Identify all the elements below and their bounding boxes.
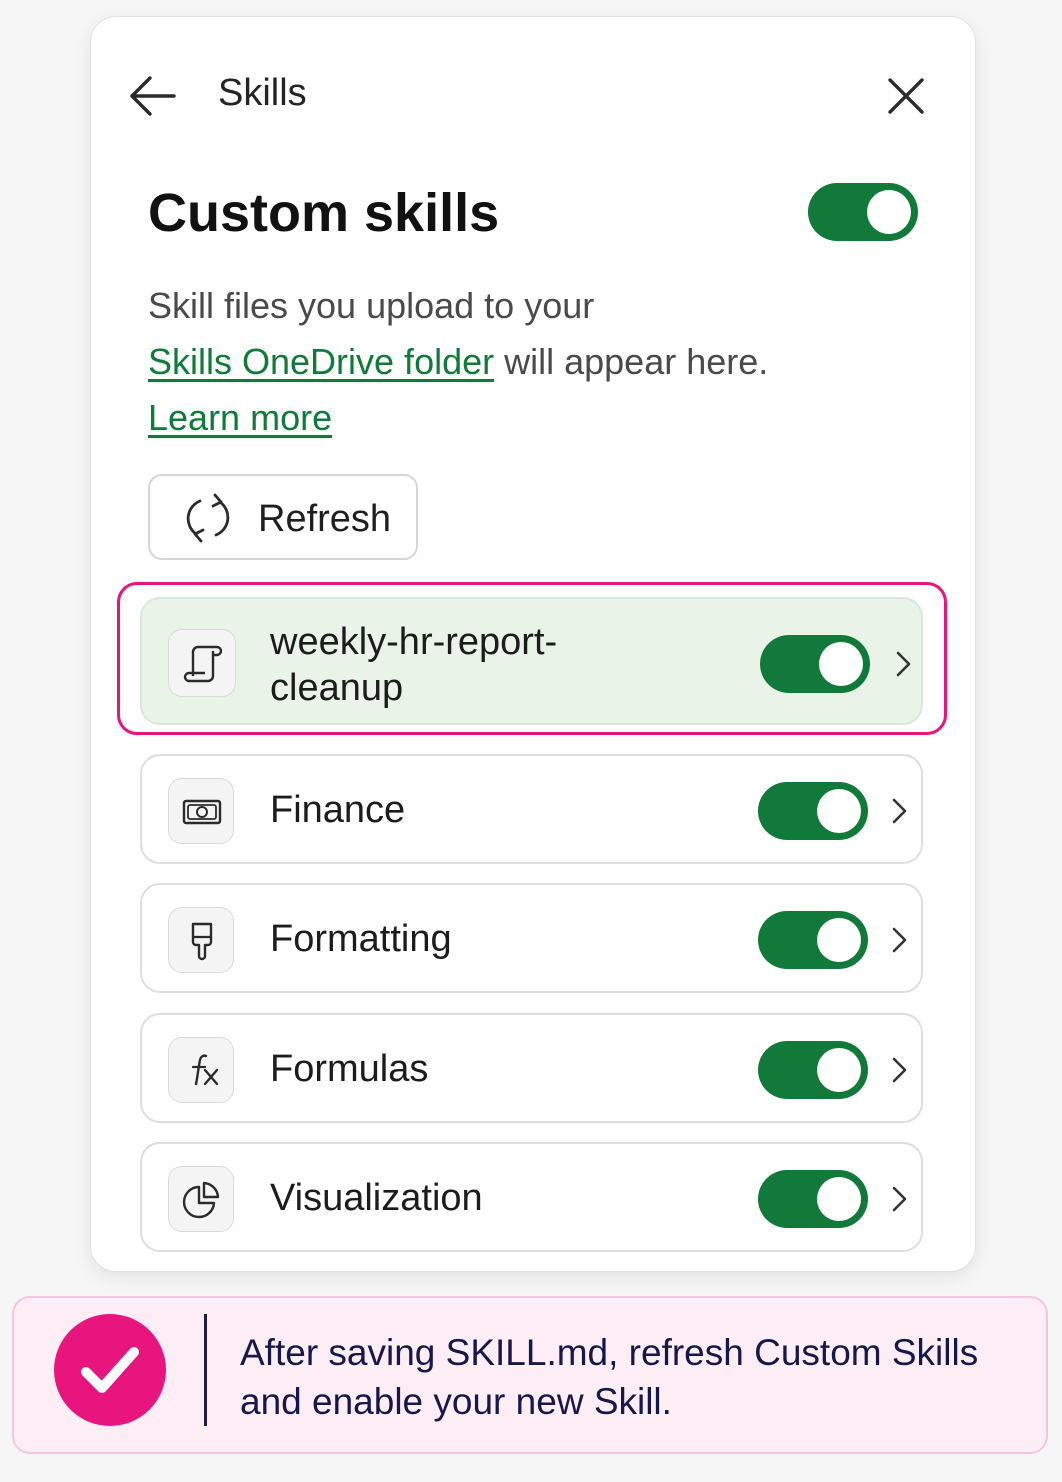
chevron-right-icon[interactable] <box>886 794 912 828</box>
money-icon <box>182 799 222 825</box>
back-button[interactable] <box>126 74 178 118</box>
skill-row-visualization[interactable]: Visualization <box>140 1142 923 1252</box>
skill-icon-box <box>168 907 234 973</box>
tip-text: After saving SKILL.md, refresh Custom Sk… <box>240 1328 1030 1426</box>
skill-icon-box <box>168 778 234 844</box>
chevron-right-icon[interactable] <box>886 1053 912 1087</box>
skill-toggle[interactable] <box>758 1041 868 1099</box>
script-scroll-icon <box>183 645 223 683</box>
description-line: Skill files you upload to your <box>148 285 595 326</box>
skill-name: Visualization <box>270 1177 483 1219</box>
refresh-label: Refresh <box>258 498 392 540</box>
description-line: Skills OneDrive folder will appear here. <box>148 334 848 390</box>
skill-toggle[interactable] <box>758 911 868 969</box>
onedrive-folder-link[interactable]: Skills OneDrive folder <box>148 341 494 382</box>
description-text: will appear here. <box>494 341 769 382</box>
skill-name: Finance <box>270 789 406 831</box>
skill-name-line: weekly-hr-report- <box>270 621 558 663</box>
tip-callout: After saving SKILL.md, refresh Custom Sk… <box>12 1296 1048 1454</box>
skill-name-line: cleanup <box>270 667 404 709</box>
close-button[interactable] <box>884 74 928 118</box>
learn-more-link[interactable]: Learn more <box>148 397 332 438</box>
tip-line: and enable your new Skill. <box>240 1381 672 1422</box>
skill-name: Formulas <box>270 1048 429 1090</box>
toggle-knob <box>817 918 861 962</box>
skill-name: weekly-hr-report-cleanup <box>270 619 630 711</box>
arrow-left-icon <box>130 76 176 116</box>
toggle-knob <box>817 1177 861 1221</box>
panel-title: Skills <box>218 72 307 114</box>
custom-skills-toggle[interactable] <box>808 183 918 241</box>
toggle-knob <box>817 1048 861 1092</box>
skill-icon-box <box>168 1166 234 1232</box>
skill-name: Formatting <box>270 918 452 960</box>
description-line: Learn more <box>148 390 848 446</box>
pie-chart-icon <box>182 1181 220 1219</box>
toggle-knob <box>817 789 861 833</box>
skill-toggle[interactable] <box>760 635 870 693</box>
refresh-icon <box>186 493 230 543</box>
close-icon <box>888 78 924 114</box>
checkmark-icon <box>81 1347 139 1393</box>
refresh-button[interactable]: Refresh <box>148 474 418 560</box>
chevron-right-icon[interactable] <box>890 647 916 681</box>
toggle-knob <box>867 190 911 234</box>
toggle-knob <box>819 642 863 686</box>
skill-row-formatting[interactable]: Formatting <box>140 883 923 993</box>
custom-skills-description: Skill files you upload to your Skills On… <box>148 278 848 446</box>
skill-row-formulas[interactable]: Formulas <box>140 1013 923 1123</box>
paintbrush-icon <box>191 922 213 961</box>
tip-divider <box>204 1314 207 1426</box>
chevron-right-icon[interactable] <box>886 1182 912 1216</box>
skill-toggle[interactable] <box>758 782 868 840</box>
skill-row-finance[interactable]: Finance <box>140 754 923 864</box>
function-fx-icon <box>191 1054 219 1086</box>
skill-row-weekly-hr-report-cleanup[interactable]: weekly-hr-report-cleanup <box>140 597 923 725</box>
custom-skills-title: Custom skills <box>148 183 500 243</box>
skill-icon-box <box>168 629 236 697</box>
chevron-right-icon[interactable] <box>886 923 912 957</box>
skill-icon-box <box>168 1037 234 1103</box>
checkmark-badge <box>54 1314 166 1426</box>
tip-line: After saving SKILL.md, refresh Custom Sk… <box>240 1332 979 1373</box>
skill-toggle[interactable] <box>758 1170 868 1228</box>
